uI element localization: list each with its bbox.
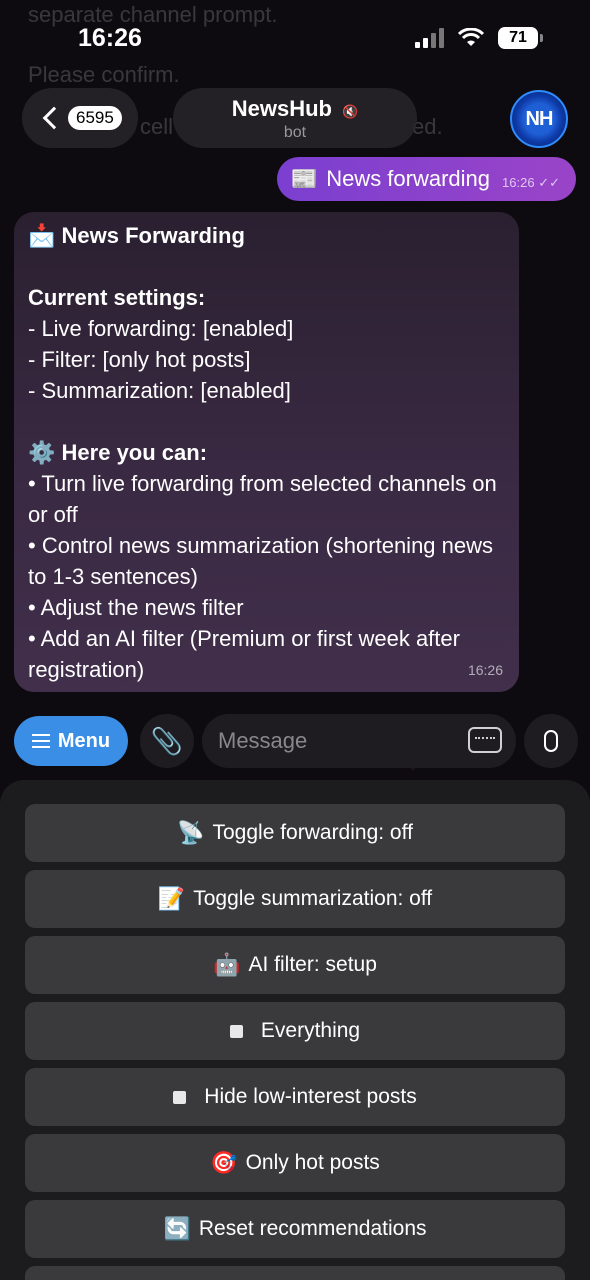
paperclip-icon: 📎 — [150, 725, 184, 756]
button-label: Toggle summarization: off — [193, 887, 433, 910]
menu-label: Menu — [57, 729, 111, 752]
attach-button[interactable]: 📎 — [140, 714, 194, 768]
button-label: AI filter: setup — [248, 953, 377, 976]
wifi-icon — [458, 28, 484, 46]
hamburger-icon — [31, 734, 50, 748]
square-icon — [229, 1024, 243, 1038]
ghost-text: separate channel prompt. — [28, 2, 278, 27]
ghost-text: cell — [140, 114, 174, 139]
unread-count-badge: 6595 — [68, 106, 122, 130]
toggle-summarization-button[interactable]: 📝 Toggle summarization: off — [25, 870, 565, 928]
outgoing-message[interactable]: 📰 News forwarding 16:26 ✓✓ — [276, 157, 576, 201]
back-button[interactable]: 6595 — [22, 88, 138, 148]
button-label: Reset recommendations — [198, 1217, 427, 1240]
settings-heading: Current settings: — [28, 285, 206, 310]
refresh-icon: 🔄 — [163, 1216, 191, 1241]
ai-filter-button[interactable]: 🤖 AI filter: setup — [25, 936, 565, 994]
read-check-icon: ✓✓ — [538, 175, 560, 190]
message-placeholder: Message — [218, 728, 308, 753]
gear-icon: ⚙️ — [28, 440, 56, 465]
newspaper-icon: 📰 — [290, 166, 319, 191]
option-line: • Add an AI filter (Premium or first wee… — [28, 626, 460, 682]
microphone-icon — [544, 730, 558, 752]
target-icon: 🎯 — [210, 1150, 238, 1175]
ghost-text: Please confirm. — [28, 62, 180, 87]
muted-icon: 🔇 — [342, 104, 359, 119]
chevron-left-icon — [42, 106, 66, 130]
menu-button[interactable]: Menu — [14, 716, 128, 766]
filter-hot-posts-button[interactable]: 🎯 Only hot posts — [25, 1134, 565, 1192]
chat-title[interactable]: NewsHub 🔇 bot — [173, 88, 417, 148]
chat-subtitle: bot — [283, 124, 307, 141]
square-icon — [173, 1090, 187, 1104]
button-label: Toggle forwarding: off — [212, 821, 413, 844]
option-line: • Turn live forwarding from selected cha… — [28, 471, 497, 527]
button-label: Everything — [260, 1019, 361, 1042]
satellite-icon: 📡 — [177, 820, 205, 845]
message-title: News Forwarding — [61, 223, 245, 248]
outgoing-message-text: News forwarding — [326, 166, 491, 191]
status-icons: 71 — [415, 27, 543, 49]
message-time: 16:26 ✓✓ — [502, 175, 560, 190]
filter-everything-button[interactable]: Everything — [25, 1002, 565, 1060]
battery-icon: 71 — [498, 27, 543, 49]
filter-hide-low-interest-button[interactable]: Hide low-interest posts — [25, 1068, 565, 1126]
status-time: 16:26 — [78, 24, 142, 52]
microphone-button[interactable] — [524, 714, 578, 768]
avatar[interactable]: NH — [510, 90, 568, 148]
toggle-forwarding-button[interactable]: 📡 Toggle forwarding: off — [25, 804, 565, 862]
chat-screen: separate channel prompt. Please confirm.… — [0, 0, 590, 1280]
inbox-icon: 📩 — [28, 223, 56, 248]
options-heading: Here you can: — [61, 440, 208, 465]
memo-icon: 📝 — [157, 886, 186, 911]
keyboard-icon[interactable] — [468, 727, 502, 753]
signal-icon — [415, 28, 444, 48]
keyboard-button-partial[interactable] — [25, 1266, 565, 1280]
message-time: 16:26 — [467, 662, 503, 678]
message-input[interactable]: Message — [202, 714, 516, 768]
chat-title-name: NewsHub — [231, 96, 332, 121]
bot-keyboard: 📡 Toggle forwarding: off 📝 Toggle summar… — [0, 780, 590, 1280]
option-line: • Adjust the news filter — [28, 595, 244, 620]
settings-line: - Summarization: [enabled] — [28, 378, 291, 403]
settings-line: - Live forwarding: [enabled] — [28, 316, 294, 341]
option-line: • Control news summarization (shortening… — [28, 533, 494, 589]
button-label: Only hot posts — [245, 1151, 380, 1174]
incoming-message[interactable]: 📩 News Forwarding Current settings: - Li… — [14, 212, 519, 692]
settings-line: - Filter: [only hot posts] — [28, 347, 251, 372]
button-label: Hide low-interest posts — [204, 1085, 417, 1108]
reset-recommendations-button[interactable]: 🔄 Reset recommendations — [25, 1200, 565, 1258]
robot-icon: 🤖 — [213, 952, 241, 977]
